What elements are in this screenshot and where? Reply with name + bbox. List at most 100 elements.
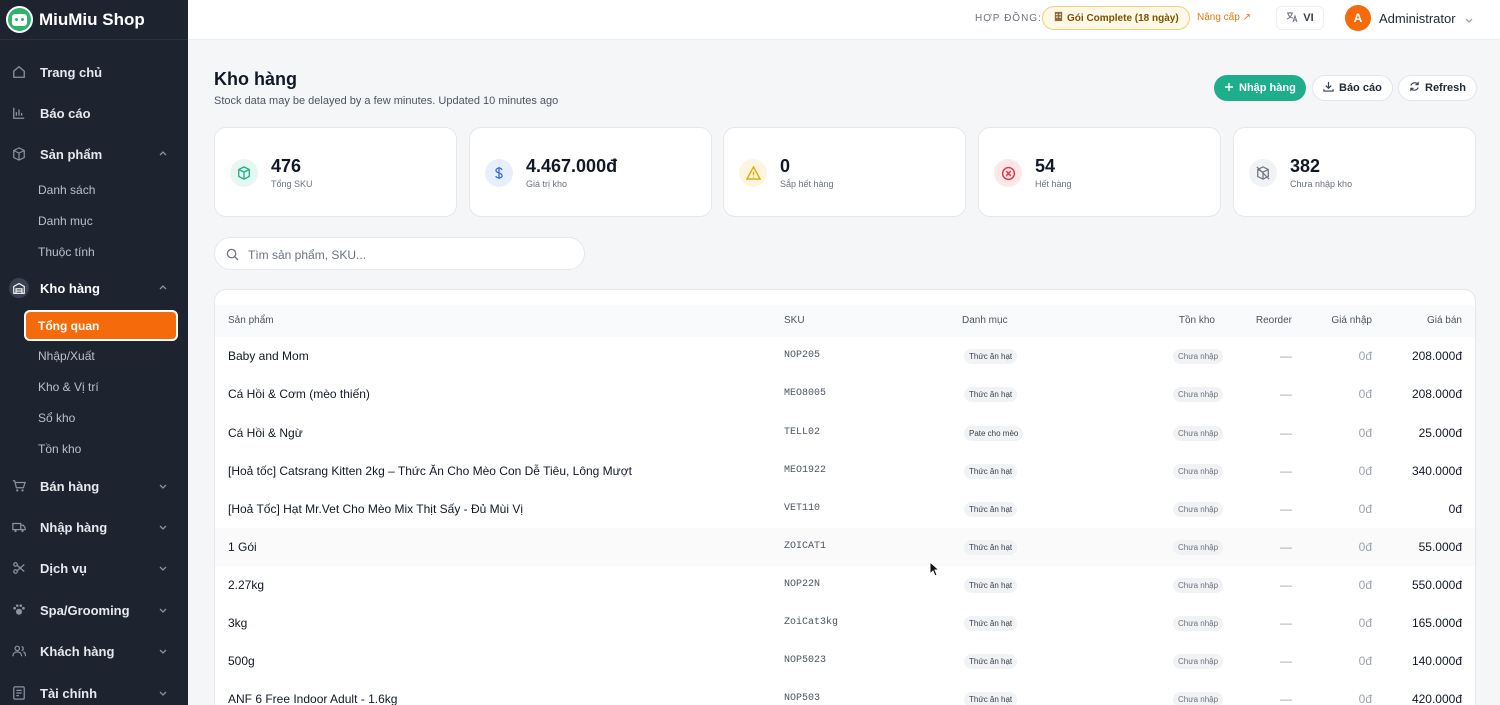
table-row[interactable]: 1 Gói ZOICAT1 Thức ăn hạt Chưa nhập — 0đ… — [215, 528, 1475, 566]
category-badge: Thức ăn hạt — [964, 540, 1018, 555]
plan-label: Gói Complete (18 ngày) — [1067, 12, 1179, 24]
table-row[interactable]: [Hoả Tốc] Hạt Mr.Vet Cho Mèo Mix Thịt Sấ… — [215, 490, 1475, 528]
product-name: 3kg — [228, 616, 248, 630]
sidebar-item-label: Kho hàng — [40, 280, 100, 296]
column-header-stock[interactable]: Tồn kho — [1179, 315, 1215, 326]
sidebar-item-spa[interactable]: Spa/Grooming — [0, 600, 188, 620]
chart-icon — [10, 104, 28, 122]
product-sku: NOP5023 — [784, 655, 827, 666]
sale-price: 165.000đ — [1411, 616, 1462, 630]
report-button[interactable]: Báo cáo — [1312, 75, 1393, 101]
sidebar-subitem-inventory[interactable]: Tồn kho — [38, 442, 81, 456]
product-name: 2.27kg — [228, 578, 265, 592]
column-header-price[interactable]: Giá bán — [1427, 315, 1462, 326]
sidebar-item-services[interactable]: Dịch vụ — [0, 558, 188, 578]
upgrade-link[interactable]: Nâng cấp ↗ — [1197, 12, 1251, 23]
paw-icon — [10, 601, 28, 619]
sidebar-subitem-locations[interactable]: Kho & Vị trí — [38, 380, 99, 394]
inventory-table: Sản phẩm SKU Danh mục Tồn kho Reorder Gi… — [214, 289, 1476, 705]
stat-label: Hết hàng — [1035, 179, 1072, 189]
product-sku: VET110 — [784, 503, 821, 514]
sidebar-subitem-categories[interactable]: Danh mục — [38, 214, 93, 228]
category-badge: Thức ăn hạt — [964, 692, 1018, 705]
sidebar-subitem-overview[interactable]: Tổng quan — [24, 310, 178, 341]
refresh-button[interactable]: Refresh — [1398, 75, 1477, 101]
product-name: Cá Hồi & Ngừ — [228, 426, 303, 440]
sidebar-item-finance[interactable]: Tài chính — [0, 683, 188, 703]
import-button[interactable]: Nhập hàng — [1214, 75, 1306, 101]
sidebar-item-reports[interactable]: Báo cáo — [0, 103, 188, 123]
category-badge: Thức ăn hạt — [964, 349, 1018, 364]
reorder-value: — — [1280, 654, 1292, 668]
table-header: Sản phẩm SKU Danh mục Tồn kho Reorder Gi… — [215, 305, 1475, 337]
chevron-up-icon — [158, 281, 168, 296]
plan-badge[interactable]: Gói Complete (18 ngày) — [1042, 6, 1190, 30]
column-header-sku[interactable]: SKU — [784, 315, 805, 326]
brand[interactable]: MiuMiu Shop — [0, 0, 188, 40]
sidebar-item-sales[interactable]: Bán hàng — [0, 476, 188, 496]
table-row[interactable]: 3kg ZoiCat3kg Thức ăn hạt Chưa nhập — 0đ… — [215, 604, 1475, 642]
sale-price: 0đ — [1448, 502, 1462, 516]
avatar[interactable]: A — [1345, 5, 1371, 31]
chevron-down-icon — [158, 561, 168, 576]
sidebar-item-customers[interactable]: Khách hàng — [0, 641, 188, 661]
search-icon — [226, 248, 239, 261]
column-header-reorder[interactable]: Reorder — [1256, 315, 1292, 326]
search-input[interactable] — [248, 245, 568, 264]
column-header-cost[interactable]: Giá nhập — [1331, 315, 1372, 326]
page-title: Kho hàng — [214, 69, 297, 89]
sidebar-item-warehouse[interactable]: Kho hàng — [0, 278, 188, 298]
cart-icon — [10, 477, 28, 495]
stat-value: 4.467.000đ — [526, 156, 618, 176]
table-row[interactable]: 500g NOP5023 Thức ăn hạt Chưa nhập — 0đ … — [215, 642, 1475, 680]
table-row[interactable]: ANF 6 Free Indoor Adult - 1.6kg NOP503 T… — [215, 680, 1475, 705]
cost-price: 0đ — [1358, 502, 1372, 516]
user-name[interactable]: Administrator — [1379, 11, 1456, 26]
sidebar-subitem-list[interactable]: Danh sách — [38, 183, 95, 197]
product-name: ANF 6 Free Indoor Adult - 1.6kg — [228, 692, 398, 705]
table-row[interactable]: Baby and Mom NOP205 Thức ăn hạt Chưa nhậ… — [215, 337, 1475, 375]
sidebar-subitem-import-export[interactable]: Nhập/Xuất — [38, 349, 95, 363]
product-sku: ZOICAT1 — [784, 541, 827, 552]
table-row[interactable]: 2.27kg NOP22N Thức ăn hạt Chưa nhập — 0đ… — [215, 566, 1475, 604]
reorder-value: — — [1280, 616, 1292, 630]
sidebar-subitem-attributes[interactable]: Thuộc tính — [38, 245, 95, 259]
stat-label: Giá trị kho — [526, 179, 568, 189]
column-header-product[interactable]: Sản phẩm — [228, 315, 274, 326]
stat-card-not-imported: 382 Chưa nhập kho — [1233, 127, 1476, 217]
package-off-icon — [1249, 159, 1277, 187]
stock-status-badge: Chưa nhập — [1173, 578, 1224, 593]
category-badge: Thức ăn hạt — [964, 464, 1018, 479]
sidebar-item-label: Tài chính — [40, 685, 98, 701]
chevron-down-icon — [158, 603, 168, 618]
download-icon — [1323, 81, 1334, 95]
sidebar-item-purchasing[interactable]: Nhập hàng — [0, 517, 188, 537]
language-switcher[interactable]: VI — [1276, 6, 1324, 30]
stat-card-low-stock: 0 Sắp hết hàng — [723, 127, 966, 217]
product-sku: MEO8005 — [784, 388, 827, 399]
stat-value: 476 — [271, 156, 302, 176]
category-badge: Thức ăn hạt — [964, 616, 1018, 631]
sale-price: 140.000đ — [1411, 654, 1462, 668]
table-row[interactable]: Cá Hồi & Ngừ TELL02 Pate cho mèo Chưa nh… — [215, 414, 1475, 452]
table-row[interactable]: [Hoả tốc] Catsrang Kitten 2kg – Thức Ăn … — [215, 452, 1475, 490]
refresh-icon — [1409, 81, 1420, 95]
sidebar-item-label: Dịch vụ — [40, 560, 87, 576]
sidebar-item-home[interactable]: Trang chủ — [0, 62, 188, 82]
column-header-category[interactable]: Danh mục — [962, 315, 1008, 326]
reorder-value: — — [1280, 540, 1292, 554]
language-label: VI — [1303, 12, 1314, 24]
sidebar-item-products[interactable]: Sản phẩm — [0, 144, 188, 164]
truck-icon — [10, 518, 28, 536]
sidebar-item-label: Spa/Grooming — [40, 602, 130, 618]
stat-value: 54 — [1035, 156, 1056, 176]
table-row[interactable]: Cá Hồi & Cơm (mèo thiến) MEO8005 Thức ăn… — [215, 375, 1475, 413]
brand-name: MiuMiu Shop — [39, 9, 145, 29]
reorder-value: — — [1280, 692, 1292, 705]
sidebar-item-label: Khách hàng — [40, 643, 115, 659]
chevron-down-icon[interactable] — [1464, 12, 1474, 30]
cost-price: 0đ — [1358, 578, 1372, 592]
warning-icon — [739, 159, 767, 187]
reorder-value: — — [1280, 387, 1292, 401]
sidebar-subitem-ledger[interactable]: Sổ kho — [38, 411, 75, 425]
